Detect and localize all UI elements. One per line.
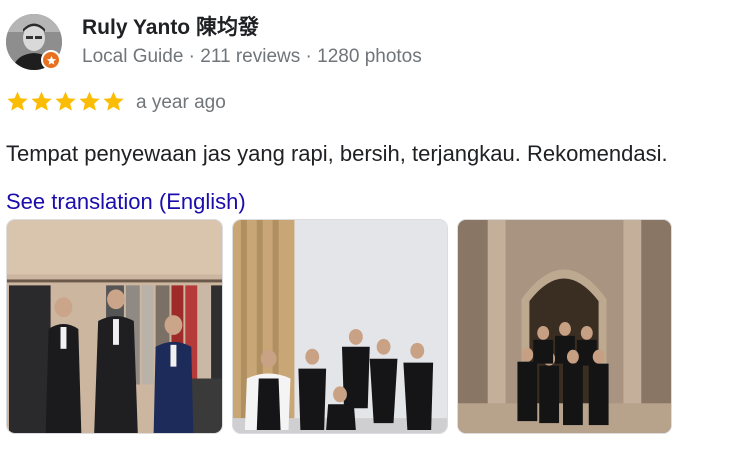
review-text: Tempat penyewaan jas yang rapi, bersih, …	[6, 141, 668, 166]
star-icon	[31, 91, 52, 111]
review-time: a year ago	[136, 92, 226, 113]
studio-group-photo	[233, 220, 447, 433]
review-card: Ruly Yanto 陳均發 Local Guide · 211 reviews…	[0, 0, 751, 457]
arch-building-group-photo	[458, 220, 671, 433]
review-photo-1[interactable]	[6, 219, 223, 434]
local-guide-badge	[41, 50, 61, 70]
star-icon	[55, 91, 76, 111]
review-photo-2[interactable]	[232, 219, 448, 434]
suit-rental-store-photo	[7, 220, 222, 433]
author-meta: Local Guide · 211 reviews · 1280 photos	[82, 46, 422, 67]
see-translation-link[interactable]: See translation (English)	[6, 188, 246, 216]
star-icon	[103, 91, 124, 111]
star-icon	[7, 91, 28, 111]
author-name[interactable]: Ruly Yanto 陳均發	[82, 15, 259, 41]
star-rating	[6, 90, 125, 113]
star-icon	[79, 91, 100, 111]
review-photo-3[interactable]	[457, 219, 672, 434]
local-guide-star-icon	[46, 55, 56, 65]
